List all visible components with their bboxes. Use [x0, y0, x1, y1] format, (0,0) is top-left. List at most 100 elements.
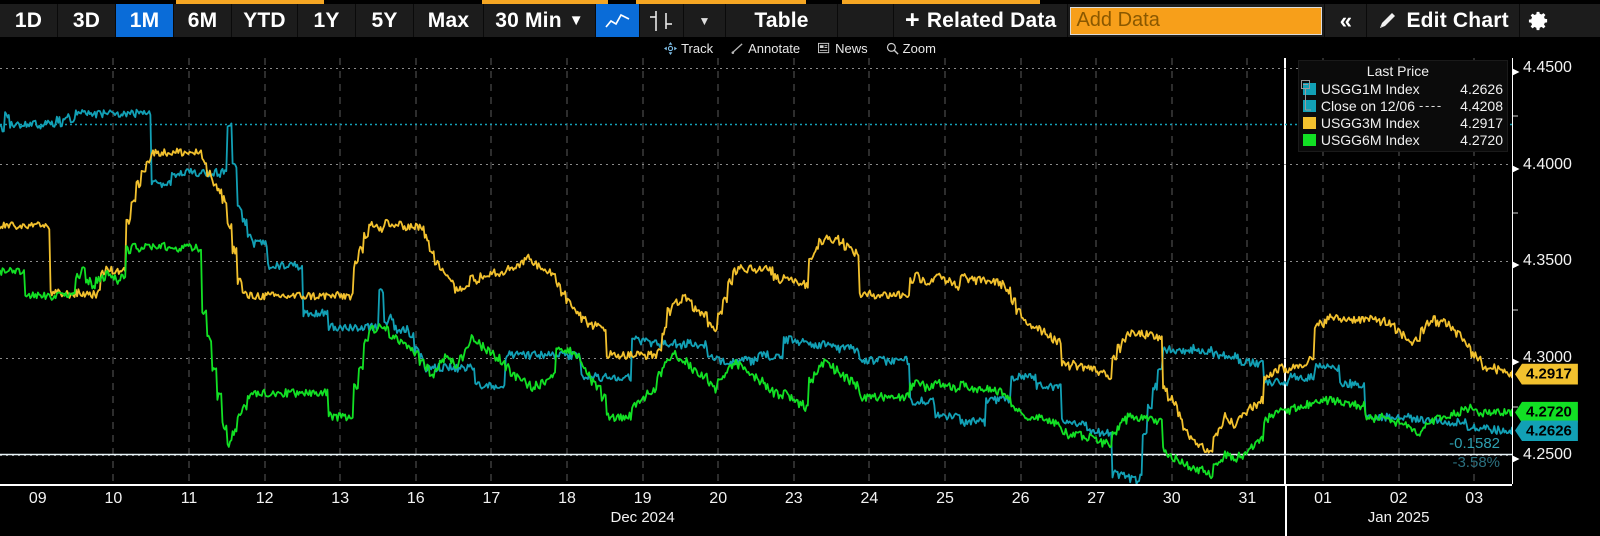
range-label: Max	[428, 9, 469, 33]
track-label: Track	[681, 41, 713, 56]
x-axis[interactable]: 0910111213161718192023242526273031010203…	[0, 484, 1512, 534]
range-button-1m[interactable]: 1M	[116, 4, 174, 37]
y-minor-tick	[1513, 309, 1518, 310]
range-button-max[interactable]: Max	[414, 4, 484, 37]
x-tick-label: 25	[936, 490, 954, 508]
legend-title: Last Price	[1303, 63, 1503, 79]
price-tag-usgg6m[interactable]: 4.2720	[1515, 402, 1578, 423]
legend-series-name: USGG6M Index	[1321, 132, 1420, 148]
annotate-tool[interactable]: Annotate	[722, 41, 809, 56]
legend-row[interactable]: USGG6M Index 4.2720	[1303, 131, 1503, 148]
range-button-ytd[interactable]: YTD	[232, 4, 298, 37]
legend-swatch-usgg6m	[1303, 134, 1316, 146]
range-button-3d[interactable]: 3D	[58, 4, 116, 37]
range-label: 1Y	[313, 9, 339, 33]
y-tick-arrow	[1513, 63, 1522, 72]
plus-icon: +	[905, 12, 920, 30]
news-label: News	[835, 41, 868, 56]
legend-row[interactable]: Close on 12/06 - - - - 4.4208	[1303, 97, 1503, 114]
legend-row[interactable]: USGG1M Index 4.2626	[1303, 80, 1503, 97]
interval-dropdown[interactable]: 30 Min ▼	[484, 4, 596, 37]
range-button-6m[interactable]: 6M	[174, 4, 232, 37]
y-tick-arrow	[1513, 450, 1522, 459]
line-chart-type-button[interactable]	[596, 4, 640, 37]
edit-chart-label: Edit Chart	[1406, 9, 1508, 33]
track-tool[interactable]: Track	[655, 41, 722, 56]
legend-series-name: Close on 12/06	[1321, 98, 1415, 114]
chart-plot-area[interactable]: Last Price USGG1M Index 4.2626 Close on …	[0, 58, 1512, 484]
x-tick-label: 27	[1087, 490, 1105, 508]
range-button-1d[interactable]: 1D	[0, 4, 58, 37]
x-tick-label: 17	[482, 490, 500, 508]
range-label: 1M	[130, 9, 160, 33]
x-tick-label: 01	[1314, 490, 1332, 508]
chart-tools-bar: Track Annotate News Zoom	[0, 38, 1600, 58]
related-data-button[interactable]: + Related Data	[894, 4, 1068, 37]
chart-options-dropdown[interactable]: ▼	[684, 4, 726, 37]
x-tick-label: 30	[1163, 490, 1181, 508]
settings-button[interactable]	[1520, 4, 1558, 37]
chevron-down-icon: ▼	[698, 15, 710, 27]
x-tick-label: 18	[558, 490, 576, 508]
interval-label: 30 Min	[495, 9, 562, 33]
toolbar-spacer	[838, 4, 894, 37]
edit-chart-button[interactable]: Edit Chart	[1367, 4, 1519, 37]
table-button[interactable]: Table	[726, 4, 838, 37]
legend-swatch-close	[1303, 100, 1316, 112]
news-tool[interactable]: News	[809, 41, 877, 56]
price-tag-usgg3m[interactable]: 4.2917	[1515, 364, 1578, 385]
legend-series-value: 4.4208	[1444, 98, 1503, 114]
x-tick-label: 10	[104, 490, 122, 508]
newspaper-icon	[818, 42, 831, 54]
zoom-tool[interactable]: Zoom	[877, 41, 945, 56]
x-tick-label: 03	[1465, 490, 1483, 508]
chevron-down-icon: ▼	[569, 13, 584, 28]
legend-row[interactable]: USGG3M Index 4.2917	[1303, 114, 1503, 131]
line-chart-icon	[605, 11, 630, 30]
legend-series-value: 4.2917	[1444, 115, 1503, 131]
range-label: 1D	[15, 9, 42, 33]
change-percent-label: -3.58%	[1400, 454, 1500, 471]
zoom-label: Zoom	[903, 41, 936, 56]
range-button-5y[interactable]: 5Y	[356, 4, 414, 37]
chart-legend: Last Price USGG1M Index 4.2626 Close on …	[1298, 60, 1508, 152]
x-tick-label: 31	[1238, 490, 1256, 508]
legend-series-value: 4.2626	[1444, 81, 1503, 97]
range-label: 3D	[73, 9, 100, 33]
crosshair-move-icon	[664, 42, 677, 55]
x-tick-label: 20	[709, 490, 727, 508]
table-label: Table	[754, 9, 808, 33]
chevron-double-left-icon: «	[1340, 8, 1352, 34]
range-label: YTD	[243, 9, 286, 33]
legend-swatch-usgg3m	[1303, 117, 1316, 129]
pencil-line-icon	[731, 42, 744, 55]
y-axis[interactable]: 4.45004.40004.35004.30004.25004.29174.27…	[1512, 58, 1600, 484]
y-tick-label: 4.3500	[1523, 252, 1572, 270]
x-tick-label: 26	[1012, 490, 1030, 508]
magnifier-icon	[886, 42, 899, 55]
add-data-input[interactable]	[1070, 7, 1322, 35]
related-data-label: Related Data	[927, 9, 1057, 33]
x-axis-year-divider	[1285, 486, 1287, 536]
pencil-icon	[1377, 10, 1398, 31]
range-button-1y[interactable]: 1Y	[298, 4, 356, 37]
range-label: 6M	[188, 9, 218, 33]
x-tick-label: 23	[785, 490, 803, 508]
price-tag-usgg1m[interactable]: 4.2626	[1515, 420, 1578, 441]
add-data-container	[1068, 4, 1325, 37]
x-tick-label: 24	[860, 490, 878, 508]
change-absolute-label: -0.1582	[1400, 435, 1500, 452]
y-minor-tick	[1513, 406, 1518, 407]
x-tick-label: 09	[29, 490, 47, 508]
x-tick-label: 19	[634, 490, 652, 508]
bar-style-button[interactable]	[640, 4, 684, 37]
x-tick-label: 11	[181, 490, 198, 508]
legend-series-name: USGG3M Index	[1321, 115, 1420, 131]
x-month-label: Jan 2025	[1368, 509, 1430, 526]
collapse-panel-button[interactable]: «	[1325, 4, 1367, 37]
y-tick-arrow	[1513, 160, 1522, 169]
y-minor-tick	[1513, 212, 1518, 213]
y-tick-arrow	[1513, 257, 1522, 266]
annotate-label: Annotate	[748, 41, 800, 56]
x-tick-label: 12	[256, 490, 274, 508]
